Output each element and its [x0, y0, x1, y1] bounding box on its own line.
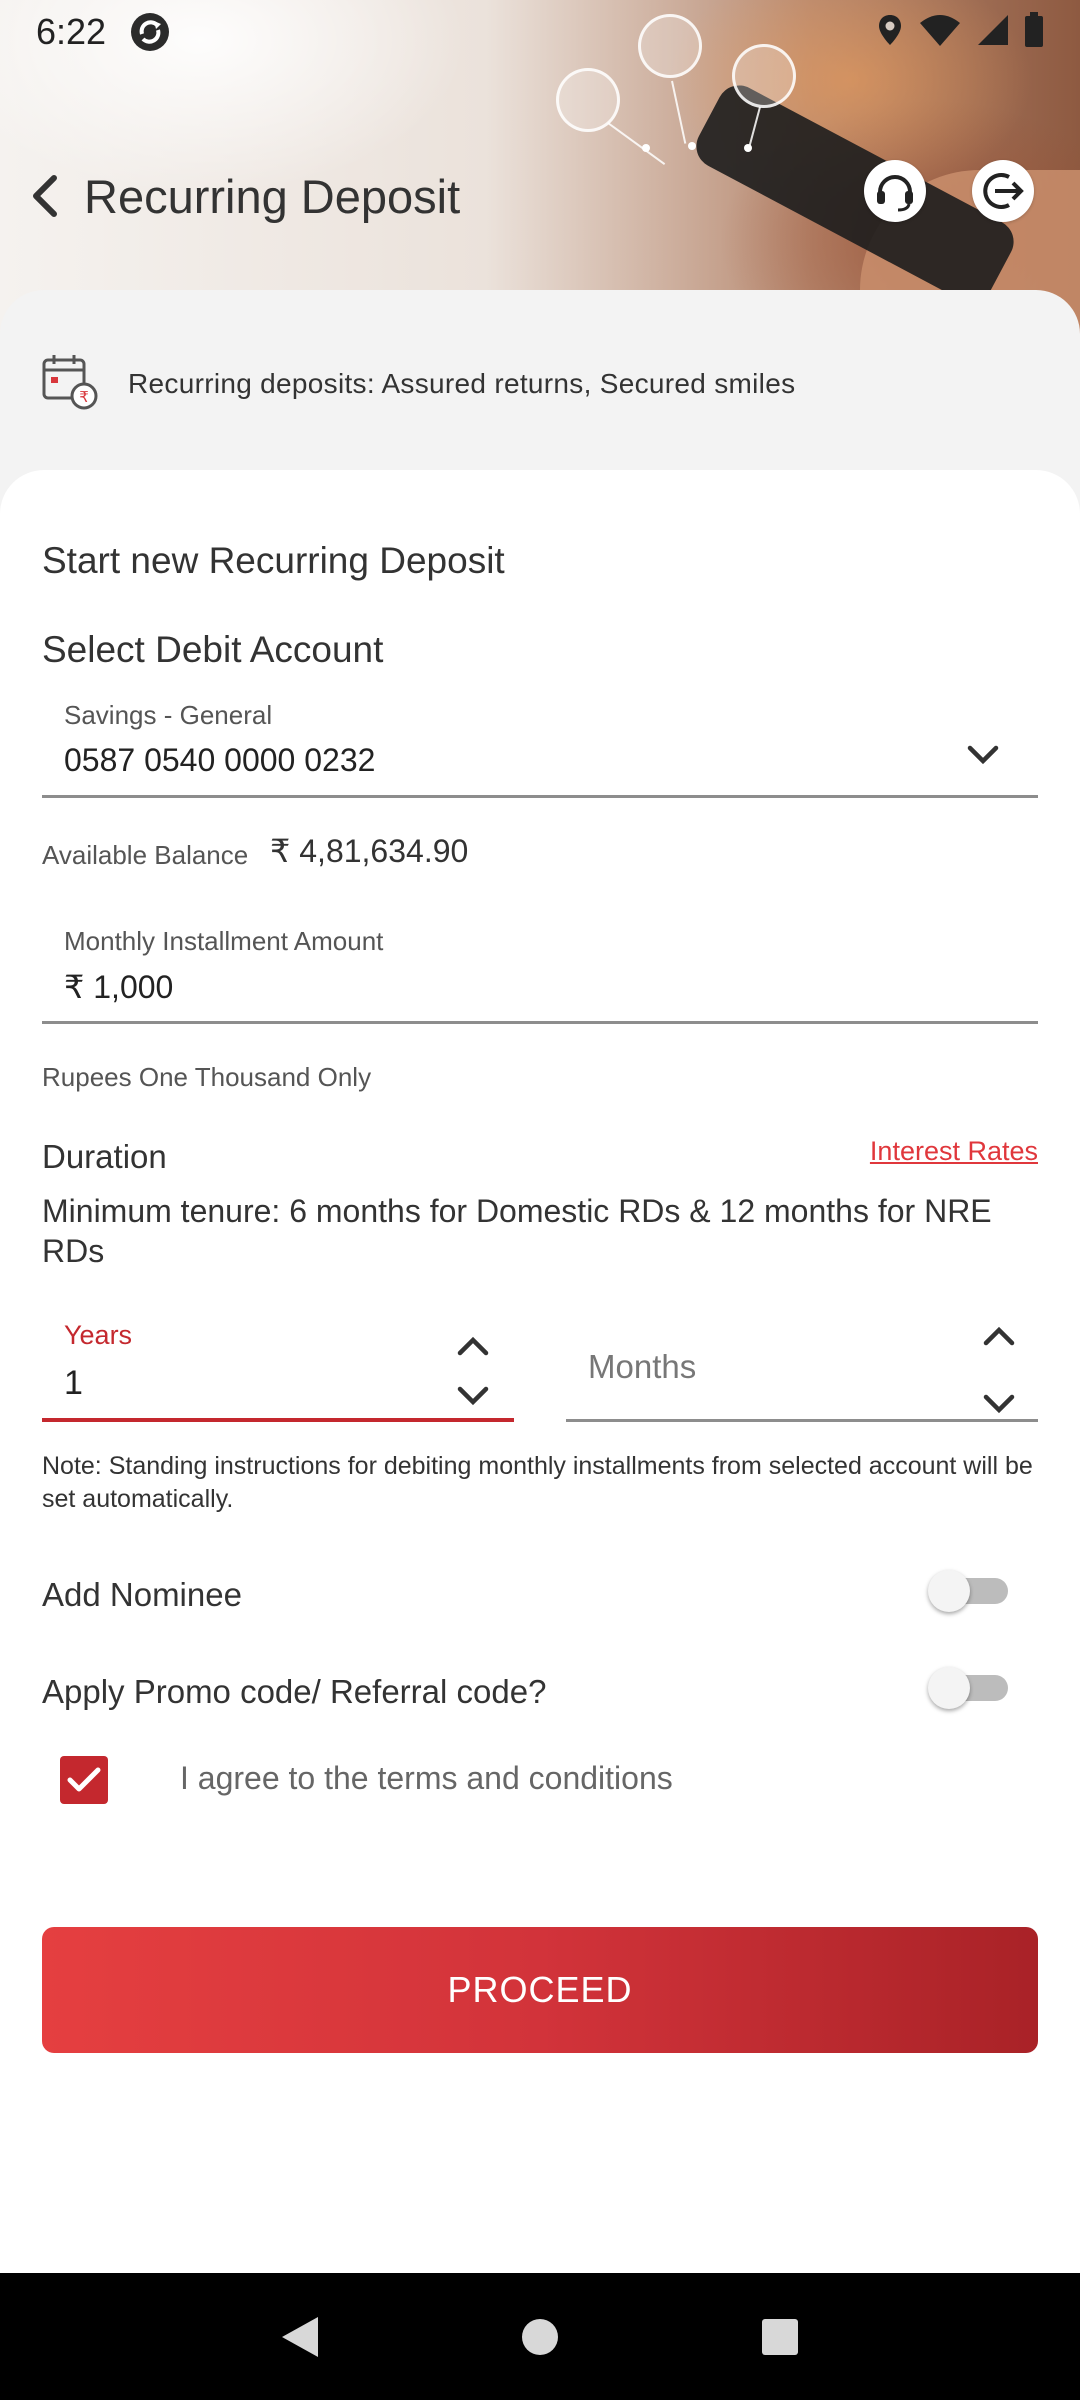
installment-value: ₹ 1,000: [64, 969, 174, 1005]
checkmark-icon: [67, 1767, 101, 1792]
chevron-down-icon: [967, 745, 999, 765]
connector-dot: [744, 144, 752, 152]
debit-account-dropdown[interactable]: Savings - General 0587 0540 0000 0232: [42, 690, 1038, 798]
promo-code-toggle[interactable]: [928, 1667, 1008, 1709]
months-input[interactable]: Months: [566, 1312, 1038, 1422]
years-label: Years: [64, 1320, 133, 1350]
years-input[interactable]: Years 1: [42, 1312, 514, 1422]
bank-icon: [556, 68, 620, 132]
chevron-up-icon: [457, 1336, 489, 1356]
terms-checkbox[interactable]: [60, 1756, 108, 1804]
duration-title: Duration: [42, 1138, 167, 1175]
available-balance-label: Available Balance: [42, 840, 249, 870]
connector-dot: [688, 142, 696, 150]
app-sync-icon: [130, 12, 170, 52]
years-value: 1: [64, 1364, 83, 1402]
months-decrement-button[interactable]: [974, 1384, 1024, 1424]
support-button[interactable]: [864, 160, 926, 222]
calendar-rupee-icon: ₹: [40, 352, 100, 412]
nav-recents-button[interactable]: [750, 2307, 810, 2367]
title-row: Recurring Deposit: [30, 160, 460, 232]
logout-button[interactable]: [972, 160, 1034, 222]
installment-amount-input[interactable]: Monthly Installment Amount ₹ 1,000: [42, 916, 1038, 1024]
toggle-thumb: [928, 1667, 970, 1709]
tenure-info: Minimum tenure: 6 months for Domestic RD…: [42, 1193, 992, 1269]
status-time: 6:22: [36, 11, 107, 52]
connector-line: [671, 80, 687, 144]
nav-home-button[interactable]: [510, 2307, 570, 2367]
page-title: Recurring Deposit: [84, 169, 461, 223]
nav-back-button[interactable]: [270, 2307, 330, 2367]
add-nominee-toggle[interactable]: [928, 1570, 1008, 1612]
battery-icon: [1024, 11, 1044, 53]
years-decrement-button[interactable]: [448, 1376, 498, 1416]
debit-account-title: Select Debit Account: [42, 629, 384, 670]
chevron-up-icon: [983, 1326, 1015, 1346]
promo-code-label: Apply Promo code/ Referral code?: [42, 1673, 547, 1710]
logout-icon: [983, 173, 1024, 209]
nav-back-icon: [282, 2316, 318, 2357]
connector-dot: [642, 144, 650, 152]
header-banner-image: 6:22 Recurring Deposit: [0, 0, 1080, 340]
wifi-icon: [918, 13, 962, 52]
connector-line: [607, 122, 666, 165]
rd-form: Start new Recurring Deposit Select Debit…: [0, 470, 1080, 2273]
system-nav-bar: [0, 2273, 1080, 2400]
status-bar: 6:22: [0, 0, 1080, 64]
months-placeholder: Months: [588, 1348, 697, 1385]
signal-icon: [976, 13, 1010, 52]
months-increment-button[interactable]: [974, 1316, 1024, 1356]
toggle-thumb: [928, 1570, 970, 1612]
amount-in-words: Rupees One Thousand Only: [42, 1062, 372, 1092]
proceed-button[interactable]: PROCEED: [42, 1927, 1038, 2053]
available-balance-value: ₹ 4,81,634.90: [270, 833, 469, 869]
standing-instruction-note: Note: Standing instructions for debiting…: [42, 1452, 1033, 1513]
back-icon: [33, 175, 57, 217]
chevron-down-icon: [457, 1386, 489, 1406]
account-type-label: Savings - General: [64, 700, 273, 730]
interest-rates-link[interactable]: Interest Rates: [870, 1136, 1038, 1167]
chevron-down-icon: [983, 1394, 1015, 1414]
location-icon: [876, 13, 904, 52]
years-increment-button[interactable]: [448, 1326, 498, 1366]
svg-text:₹: ₹: [79, 388, 89, 406]
support-headset-icon: [877, 175, 913, 212]
terms-label[interactable]: I agree to the terms and conditions: [180, 1760, 673, 1797]
banner-text: Recurring deposits: Assured returns, Sec…: [128, 368, 796, 399]
account-number: 0587 0540 0000 0232: [64, 742, 376, 778]
back-button[interactable]: [30, 166, 74, 226]
form-title: Start new Recurring Deposit: [42, 540, 505, 581]
installment-label: Monthly Installment Amount: [64, 926, 384, 956]
add-nominee-label: Add Nominee: [42, 1576, 242, 1613]
nav-home-icon: [522, 2318, 558, 2355]
nav-recents-icon: [762, 2318, 798, 2355]
